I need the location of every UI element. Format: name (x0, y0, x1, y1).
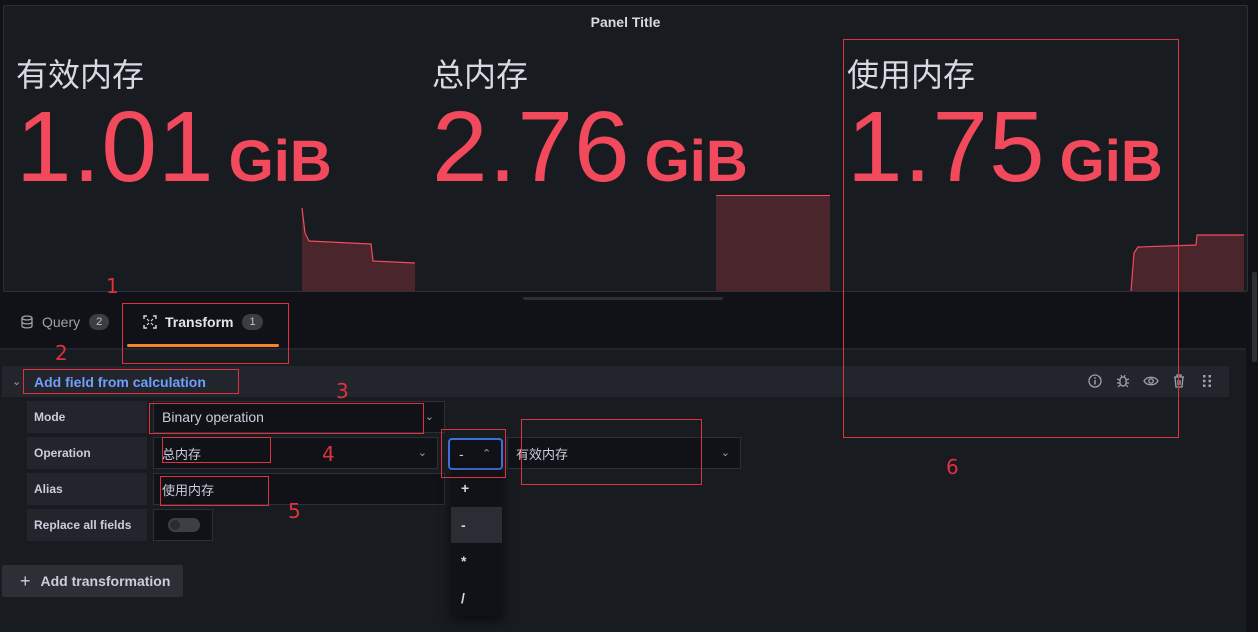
operation-label: Operation (27, 437, 147, 469)
mode-value: Binary operation (162, 409, 264, 425)
drag-handle-icon[interactable] (1199, 373, 1215, 389)
panel-title[interactable]: Panel Title (4, 14, 1247, 30)
stat-number: 1.75 (847, 91, 1046, 203)
add-transformation-label: Add transformation (40, 573, 171, 589)
annotation-number-3: 3 (336, 379, 349, 403)
operation-right-select[interactable]: 有效内存 ⌄ (507, 437, 741, 469)
stat-value: 2.76 GiB (432, 90, 748, 205)
stat-unit: GiB (644, 129, 748, 194)
editor-tabs: Query 2 Transform 1 (0, 300, 1246, 349)
replace-row: Replace all fields (27, 509, 213, 541)
scrollbar[interactable] (1252, 272, 1257, 362)
operator-option-plus[interactable]: + (451, 470, 502, 507)
mode-label: Mode (27, 401, 147, 433)
tab-query-label: Query (42, 314, 81, 330)
query-count-badge: 2 (89, 314, 110, 330)
active-tab-indicator (127, 344, 279, 347)
operation-left-select[interactable]: 总内存 ⌄ (153, 437, 438, 469)
sparkline-used-memory (1130, 233, 1245, 291)
replace-all-fields-toggle[interactable] (168, 518, 200, 532)
chevron-down-icon: ⌄ (417, 446, 427, 459)
alias-row: Alias 使用内存 (27, 473, 445, 505)
transform-icon (143, 315, 157, 329)
tab-query[interactable]: Query 2 (20, 314, 110, 330)
plus-icon: + (20, 570, 31, 591)
annotation-number-1: 1 (106, 274, 119, 298)
operator-option-minus[interactable]: - (451, 506, 502, 543)
transformation-actions (1087, 373, 1215, 389)
sparkline-effective-memory (301, 206, 416, 291)
tab-transform-label: Transform (165, 314, 234, 330)
operation-left-value: 总内存 (162, 447, 202, 463)
mode-row: Mode Binary operation ⌄ (27, 401, 445, 433)
stat-value: 1.01 GiB (16, 90, 332, 205)
annotation-number-4: 4 (322, 442, 335, 466)
stat-number: 2.76 (432, 91, 631, 203)
chevron-down-icon: ⌄ (424, 411, 434, 423)
transform-count-badge: 1 (242, 314, 263, 330)
info-icon[interactable] (1087, 373, 1103, 389)
mode-select[interactable]: Binary operation ⌄ (153, 401, 445, 433)
operator-option-divide[interactable]: / (451, 580, 502, 617)
tab-transform[interactable]: Transform 1 (143, 314, 263, 330)
chevron-up-icon: ⌃ (482, 448, 492, 460)
trash-icon[interactable] (1171, 373, 1187, 389)
annotation-number-5: 5 (288, 499, 301, 523)
stat-number: 1.01 (16, 91, 215, 203)
eye-icon[interactable] (1143, 373, 1159, 389)
transformation-header[interactable]: ⌄ Add field from calculation (2, 366, 1229, 397)
stat-panel: Panel Title 有效内存 1.01 GiB 总内存 2.76 GiB 使用内… (3, 5, 1248, 292)
operator-select[interactable]: - ⌃ (448, 438, 503, 470)
replace-all-fields-toggle-box (153, 509, 213, 541)
database-icon (20, 315, 34, 329)
transformation-title[interactable]: Add field from calculation (34, 374, 206, 390)
bug-icon[interactable] (1115, 373, 1131, 389)
annotation-number-2: 2 (55, 341, 68, 365)
operator-value: - (459, 446, 464, 462)
operation-right-value: 有效内存 (516, 447, 569, 463)
operator-option-multiply[interactable]: * (451, 543, 502, 580)
operator-dropdown-menu: + - * / (451, 470, 502, 616)
replace-label: Replace all fields (27, 509, 147, 541)
stat-unit: GiB (228, 129, 332, 194)
annotation-number-6: 6 (946, 455, 959, 479)
chevron-down-icon[interactable]: ⌄ (12, 375, 24, 388)
stat-unit: GiB (1059, 129, 1163, 194)
stat-value: 1.75 GiB (847, 90, 1163, 205)
operation-row: Operation 总内存 ⌄ (27, 437, 438, 469)
chevron-down-icon: ⌄ (720, 446, 730, 459)
alias-value: 使用内存 (162, 483, 215, 499)
add-transformation-button[interactable]: + Add transformation (2, 565, 183, 597)
sparkline-total-memory (716, 195, 831, 291)
alias-label: Alias (27, 473, 147, 505)
